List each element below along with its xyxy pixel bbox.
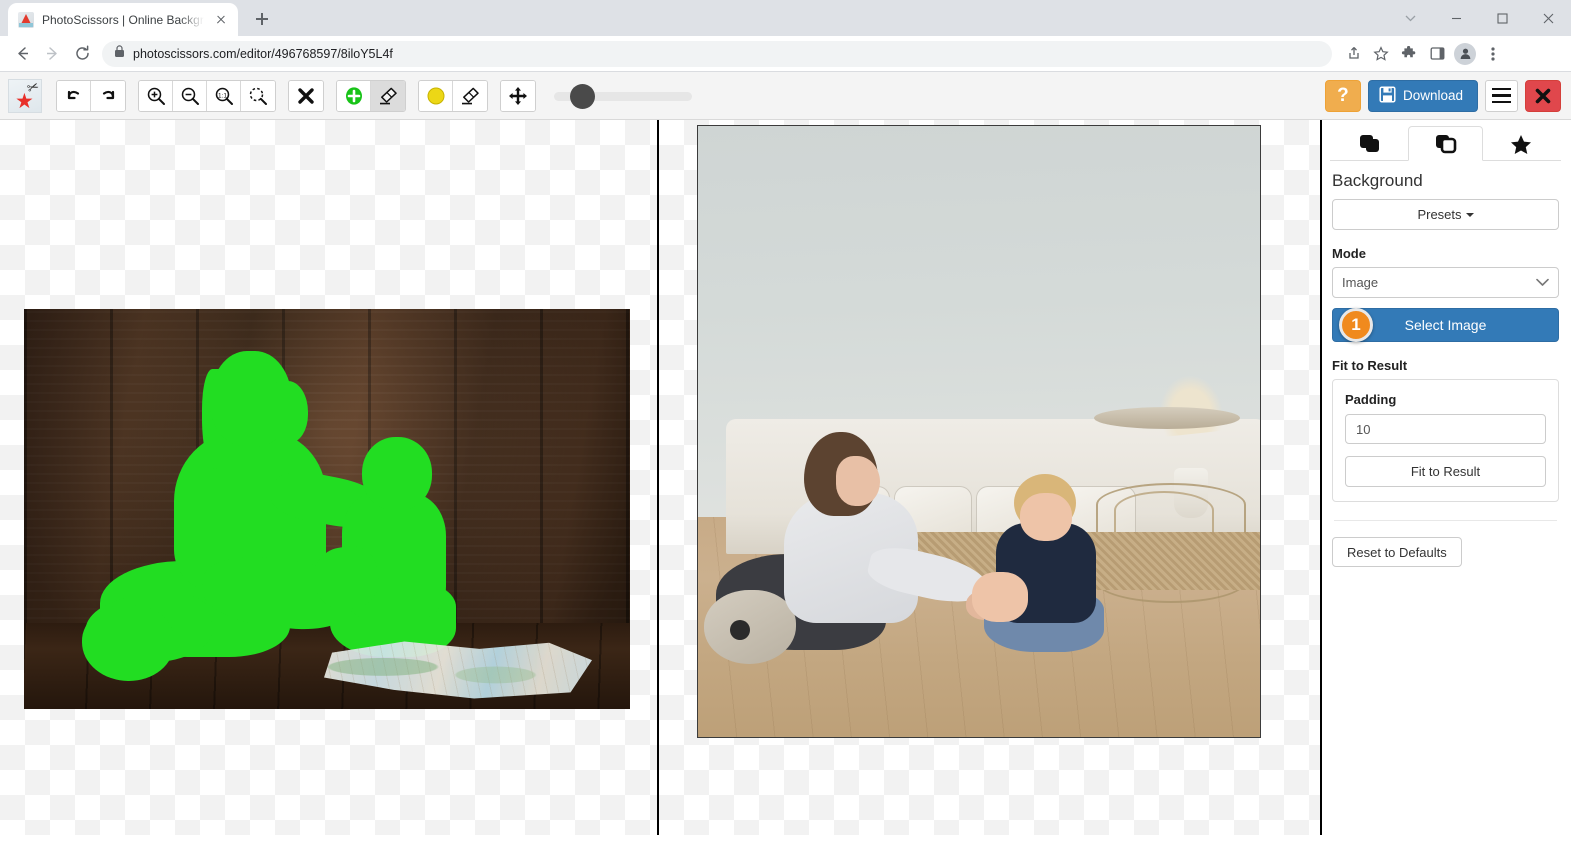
foreground-eraser-button[interactable] [371,80,405,111]
mode-label: Mode [1332,246,1366,261]
pan-tool-button[interactable] [501,80,535,111]
filled-layers-icon [1359,135,1379,152]
app-toolbar: ★ ✂ 1:1 ? Download [0,72,1571,120]
presets-label: Presets [1417,207,1462,222]
back-arrow-icon[interactable] [8,40,36,68]
mode-selected-value: Image [1342,275,1379,290]
child-face [1020,492,1072,541]
foreground-brush-button[interactable] [337,80,371,111]
step-1-badge: 1 [1339,308,1373,342]
clear-button-group [288,79,324,112]
tab-background[interactable] [1407,126,1484,161]
lock-icon [114,44,125,63]
mode-select[interactable]: Image [1332,267,1559,298]
child-arm [972,572,1028,623]
omnibox-actions [1340,41,1506,67]
reload-icon[interactable] [68,40,96,68]
download-button[interactable]: Download [1367,79,1478,112]
hamburger-menu-button[interactable] [1485,79,1518,112]
bookmark-star-icon[interactable] [1368,41,1394,67]
tab-effects[interactable] [1483,126,1559,161]
hair-tool-group [418,79,488,112]
zoom-button-group: 1:1 [138,79,276,112]
photoscissors-logo-icon[interactable]: ★ ✂ [8,77,42,113]
help-button[interactable]: ? [1324,79,1361,112]
star-icon [1511,135,1532,154]
download-button-label: Download [1402,88,1463,103]
sidebar-divider [1334,520,1557,521]
mask-mother-shoe [82,605,174,681]
brush-size-slider[interactable] [554,83,692,109]
tab-foreground[interactable] [1332,126,1408,161]
fit-to-result-section-label: Fit to Result [1332,358,1408,373]
slider-thumb[interactable] [570,83,595,109]
svg-text:1:1: 1:1 [218,92,227,99]
toolbar-right-actions: ? Download [1324,79,1561,112]
foreground-tool-group [336,79,406,112]
new-tab-button[interactable] [248,5,276,33]
chevron-down-icon [1536,278,1549,286]
extensions-puzzle-icon[interactable] [1396,41,1422,67]
tab-title: PhotoScissors | Online Backgrou [42,12,204,27]
close-window-icon[interactable] [1525,2,1571,34]
source-image-with-green-mask[interactable] [24,309,630,709]
fit-to-result-button[interactable]: Fit to Result [1345,456,1546,487]
browser-tab[interactable]: PhotoScissors | Online Backgrou [8,3,238,36]
zoom-out-button[interactable] [173,80,207,111]
side-panel-icon[interactable] [1424,41,1450,67]
fit-to-result-box: Padding 10 Fit to Result [1332,379,1559,502]
select-image-label: Select Image [1404,317,1487,333]
browser-toolbar: photoscissors.com/editor/496768597/8iloY… [0,36,1571,72]
maximize-icon[interactable] [1479,2,1525,34]
zoom-fit-button[interactable] [241,80,275,111]
window-controls [1387,0,1571,36]
forward-arrow-icon[interactable] [38,40,66,68]
menu-line [1492,94,1511,97]
close-editor-button[interactable] [1525,79,1561,112]
presets-dropdown-button[interactable]: Presets [1332,199,1559,230]
result-canvas[interactable] [659,120,1320,835]
three-dot-menu-icon[interactable] [1480,41,1506,67]
history-button-group [56,79,126,112]
zoom-in-button[interactable] [139,80,173,111]
menu-line [1492,87,1511,91]
address-bar-url: photoscissors.com/editor/496768597/8iloY… [133,46,393,61]
pan-tool-group [500,79,536,112]
floppy-disk-icon [1379,85,1396,106]
result-preview-with-background[interactable] [697,125,1261,738]
browser-chrome: PhotoScissors | Online Backgrou photosci… [0,0,1571,72]
sidebar-tab-strip [1330,126,1561,161]
chevron-down-icon[interactable] [1387,2,1433,34]
sidebar-title: Background [1332,171,1423,190]
presets-block: Presets Mode Image 1 Select Image Fit to… [1330,199,1561,567]
hair-eraser-button[interactable] [453,80,487,111]
mask-mother-face [268,381,308,443]
padding-input[interactable]: 10 [1345,414,1546,444]
minimize-icon[interactable] [1433,2,1479,34]
select-image-button[interactable]: 1 Select Image [1332,308,1559,342]
redo-button[interactable] [91,80,125,111]
clear-marks-button[interactable] [289,80,323,111]
close-icon[interactable] [212,11,230,29]
photoscissors-favicon-icon [18,11,34,28]
chevron-down-icon [1465,212,1474,217]
background-settings-sidebar: Background Presets Mode Image 1 Select I… [1320,120,1569,835]
share-icon[interactable] [1340,41,1366,67]
editor-workspace: 2 Roll your mouse and drag the black win… [0,120,1571,835]
hair-brush-button[interactable] [419,80,453,111]
mask-child-head [362,437,432,511]
address-bar[interactable]: photoscissors.com/editor/496768597/8iloY… [102,40,1332,67]
zoom-actual-size-button[interactable]: 1:1 [207,80,241,111]
mother-face [836,455,880,506]
reset-to-defaults-button[interactable]: Reset to Defaults [1332,537,1462,567]
undo-button[interactable] [57,80,91,111]
source-canvas[interactable] [0,120,659,835]
padding-label: Padding [1345,392,1397,407]
outline-layers-icon [1435,134,1456,153]
profile-avatar-icon[interactable] [1452,41,1478,67]
menu-line [1492,100,1511,104]
browser-tabstrip: PhotoScissors | Online Backgrou [0,0,1571,36]
side-table-top [1094,407,1240,430]
